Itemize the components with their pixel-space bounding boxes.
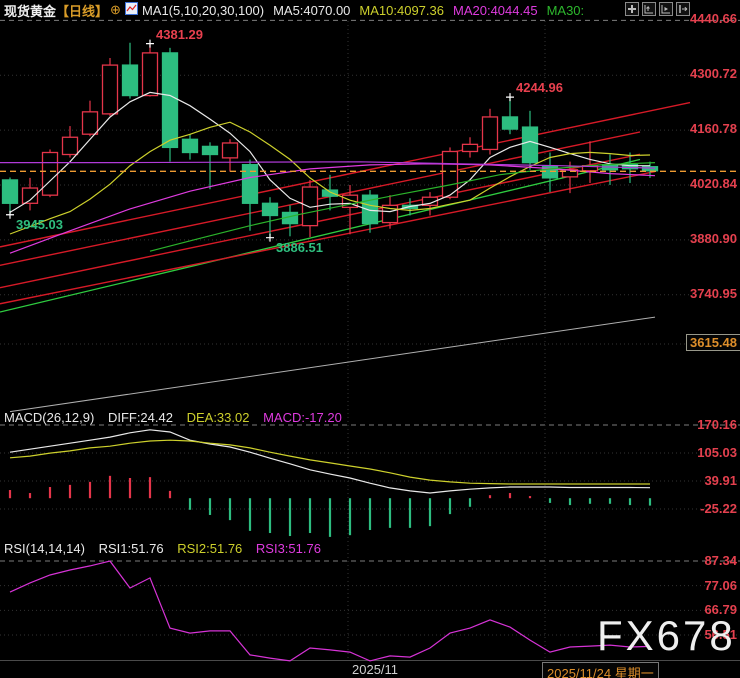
ma-group-label: MA1(5,10,20,30,100) [141, 2, 265, 18]
candle-body [461, 143, 479, 153]
candle-body [481, 116, 499, 151]
rsi-label-row: RSI(14,14,14) RSI1:51.76 RSI2:51.76 RSI3… [4, 541, 331, 556]
rsi-title: RSI(14,14,14) [4, 541, 85, 556]
candle-body [221, 142, 239, 159]
rsi-axis-label: 87.34 [704, 553, 737, 568]
move-pane-button[interactable] [625, 2, 639, 16]
price-annotation: 3945.03 [16, 216, 63, 232]
extreme-marker-cross [506, 93, 514, 102]
macd-value: MACD:-17.20 [263, 410, 342, 425]
dea-value: DEA:33.02 [186, 410, 250, 425]
price-annotation: 4244.96 [516, 80, 563, 96]
trendline [0, 158, 641, 313]
chart-type-icon[interactable] [124, 2, 138, 18]
ma30-value: MA30: [546, 2, 585, 18]
watermark: FX678 [597, 612, 736, 659]
pane-shift-button[interactable] [676, 2, 690, 16]
candle-body [101, 64, 119, 115]
extreme-marker-cross [266, 233, 274, 242]
macd-label-row: MACD(26,12,9) DIFF:24.42 DEA:33.02 MACD:… [4, 410, 352, 425]
candle-body [201, 145, 219, 156]
window-buttons [625, 2, 690, 16]
candle-body [261, 202, 279, 217]
candle-body [241, 164, 259, 204]
period-label: 【日线】 [56, 3, 109, 19]
x-axis-date-label[interactable]: 2025/11/24 星期一 [542, 662, 659, 678]
trendline [9, 316, 656, 413]
rsi2-value: RSI2:51.76 [177, 541, 243, 556]
price-axis-label: 3880.90 [690, 230, 737, 246]
rsi-line [9, 560, 651, 662]
chart-canvas [0, 19, 740, 662]
price-annotation: 3886.51 [276, 239, 323, 255]
price-axis-label-boxed: 3615.48 [686, 333, 740, 351]
dea-line [9, 439, 650, 485]
candle-body [321, 189, 339, 197]
candle-body [161, 52, 179, 149]
x-axis-month-label: 2025/11 [352, 662, 399, 677]
candle-body [121, 64, 139, 97]
extreme-marker-cross [146, 39, 154, 48]
app-window: 现货黄金 【日线】 ⊕ MA1(5,10,20,30,100) MA5:4070… [0, 0, 740, 678]
diff-value: DIFF:24.42 [107, 410, 173, 425]
candle-body [1, 179, 19, 204]
macd-axis-label: 105.03 [697, 445, 737, 461]
macd-axis-label: 39.91 [704, 473, 737, 489]
macd-title: MACD(26,12,9) [4, 410, 95, 425]
candle-body [61, 136, 79, 156]
candle-body [141, 52, 159, 97]
price-annotation: 4381.29 [156, 26, 203, 42]
rsi3-value: RSI3:51.76 [255, 541, 321, 556]
price-axis-label: 4160.78 [690, 121, 737, 137]
expand-icon[interactable]: ⊕ [110, 2, 121, 18]
price-axis-label: 4300.72 [690, 66, 737, 82]
macd-axis-label: 170.16 [697, 417, 737, 433]
symbol-title: 现货黄金 [4, 3, 57, 19]
ma5-value: MA5:4070.00 [273, 2, 351, 18]
rsi1-value: RSI1:51.76 [98, 541, 164, 556]
candle-body [521, 126, 539, 164]
pane-up-button[interactable] [642, 2, 656, 16]
ma10-value: MA10:4097.36 [359, 2, 444, 18]
candle-body [501, 116, 519, 130]
price-axis-label: 3740.95 [690, 285, 737, 301]
rsi-axis-label: 77.06 [704, 577, 737, 593]
candle-body [181, 138, 199, 154]
candle-body [81, 111, 99, 135]
ma20-value: MA20:4044.45 [453, 2, 538, 18]
price-axis-label: 4020.84 [690, 176, 737, 191]
candle-body [41, 151, 59, 196]
macd-axis-label: -25.22 [700, 501, 737, 517]
pane-play-button[interactable] [659, 2, 673, 16]
extreme-marker-cross [6, 210, 14, 219]
